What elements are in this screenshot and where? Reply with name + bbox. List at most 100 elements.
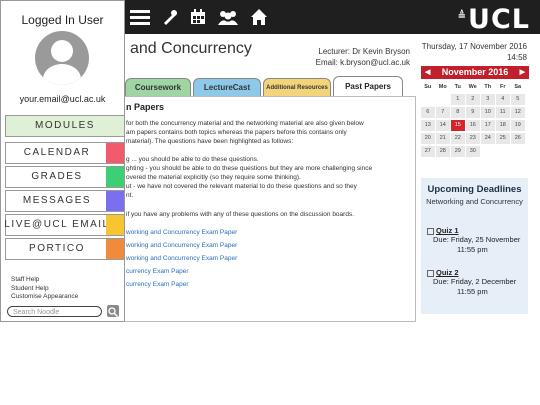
lecturer-email: Email: k.bryson@ucl.ac.uk [315,58,410,67]
calendar-day[interactable]: 1 [451,94,465,105]
content-text: ut - we have not covered the relevant ma… [126,183,357,190]
weekday-label: Fr [500,84,506,90]
menu-label: LIVE@UCL EMAIL [4,219,110,230]
calendar-day[interactable]: 26 [511,133,525,144]
menu-label: MESSAGES [22,195,92,206]
calendar-day[interactable]: 3 [481,94,495,105]
calendar-day[interactable]: 21 [436,133,450,144]
search-icon [108,307,119,318]
calendar-color-tab [106,143,124,163]
calendar-day[interactable]: 14 [436,120,450,131]
ucl-logo[interactable]: ≜UCL [458,4,530,35]
exam-paper-link[interactable]: working and Concurrency Exam Paper [126,242,237,249]
tab-additional-resources[interactable]: Additional Resources [263,78,331,96]
section-heading: n Papers [126,102,165,112]
quiz-name[interactable]: Quiz 2 [436,268,459,277]
calendar-day[interactable]: 4 [496,94,510,105]
calendar-blank [481,146,495,157]
calendar-day[interactable]: 17 [481,120,495,131]
calendar-day[interactable]: 16 [466,120,480,131]
calendar-day[interactable]: 6 [421,107,435,118]
weekday-label: Tu [454,84,461,90]
calendar-day[interactable]: 15 [451,120,465,131]
tab-lecturecast[interactable]: LectureCast [193,78,261,96]
checkbox-icon[interactable] [427,227,434,235]
content-text: material). The questions have been highl… [126,138,294,145]
customise-appearance-link[interactable]: Customise Appearance [11,293,78,302]
calendar-day[interactable]: 28 [436,146,450,157]
weekday-label: Su [424,84,432,90]
exam-paper-link[interactable]: working and Concurrency Exam Paper [126,229,237,236]
calendar-month: November 2016 [441,67,509,77]
weekday-label: Sa [514,84,522,90]
prev-month-icon[interactable]: ◀ [425,66,430,79]
quiz-name[interactable]: Quiz 1 [436,226,459,235]
calendar-day[interactable]: 8 [451,107,465,118]
exam-paper-link[interactable]: currency Exam Paper [126,268,189,275]
calendar-day[interactable]: 25 [496,133,510,144]
tab-coursework[interactable]: Coursework [125,78,191,96]
avatar-body [43,64,81,85]
calendar-day[interactable]: 9 [466,107,480,118]
sidebar-title: Logged In User [21,13,104,27]
search-button[interactable] [107,305,119,318]
calendar-day[interactable]: 12 [511,107,525,118]
menu-item-grades[interactable]: GRADES [5,166,125,188]
calendar-day[interactable]: 22 [451,133,465,144]
calendar-day[interactable]: 2 [466,94,480,105]
menu-item-messages[interactable]: MESSAGES [5,190,125,212]
quiz-due: Due: Friday, 25 November [433,235,521,244]
calendar-day[interactable]: 11 [496,107,510,118]
exam-paper-link[interactable]: working and Concurrency Exam Paper [126,255,237,262]
calendar-day[interactable]: 13 [421,120,435,131]
menu-item-modules[interactable]: MODULES [5,115,125,137]
calendar-day[interactable]: 19 [511,120,525,131]
menu-label: GRADES [31,171,83,182]
checkbox-icon[interactable] [427,269,434,277]
calendar-day[interactable]: 18 [496,120,510,131]
current-date: Thursday, 17 November 2016 [421,42,527,51]
menu-item-portico[interactable]: PORTICO [5,238,125,260]
menu-label: MODULES [35,120,95,131]
content-text: g ... you should be able to do these que… [126,156,259,163]
home-icon[interactable] [250,8,268,26]
calendar-day[interactable]: 27 [421,146,435,157]
current-datetime: Thursday, 17 November 2016 14:58 [415,41,527,63]
calendar-day[interactable]: 24 [481,133,495,144]
content-text: overed the material explicitly (so they … [126,174,301,181]
calendar-icon[interactable] [190,9,206,25]
calendar-blank [421,94,435,105]
search-input[interactable]: Search Noodle [7,306,102,317]
tab-past-papers[interactable]: Past Papers [333,76,403,96]
deadline-item[interactable]: Quiz 1 Due: Friday, 25 November 11:55 pm [427,226,520,255]
current-time: 14:58 [506,53,527,62]
past-papers-panel: n Papers for both the concurrency materi… [120,96,416,322]
tool-icon[interactable] [162,9,178,25]
exam-paper-link[interactable]: currency Exam Paper [126,281,189,288]
menu-item-calendar[interactable]: CALENDAR [5,142,125,164]
calendar-day[interactable]: 30 [466,146,480,157]
next-month-icon[interactable]: ▶ [520,66,525,79]
staff-help-link[interactable]: Staff Help [11,276,78,285]
content-text: am papers contains both topics whereas t… [126,129,347,136]
page-title: and Concurrency [130,40,252,57]
grades-color-tab [106,167,124,187]
calendar-grid: Su Mo Tu We Th Fr Sa 1 2 3 4 5 6 7 8 9 10 11 12 13 14 15 16 17 1… [421,83,529,157]
calendar-day[interactable]: 23 [466,133,480,144]
menu-item-email[interactable]: LIVE@UCL EMAIL [4,214,125,236]
upcoming-deadlines: Upcoming Deadlines Networking and Concur… [421,178,528,314]
calendar-header: ◀ November 2016 ▶ [421,66,529,79]
avatar[interactable] [35,31,89,85]
calendar-day[interactable]: 20 [421,133,435,144]
student-help-link[interactable]: Student Help [11,285,78,294]
deadline-item[interactable]: Quiz 2 Due: Friday, 2 December 11:55 pm [427,268,516,297]
menu-icon[interactable] [130,8,150,26]
weekday-label: Th [484,84,492,90]
people-icon[interactable] [218,9,238,25]
calendar-day[interactable]: 29 [451,146,465,157]
calendar-day[interactable]: 5 [511,94,525,105]
calendar-day[interactable]: 10 [481,107,495,118]
content-text: ghting - you should be able to do these … [126,165,373,172]
nav-icons [130,6,268,28]
calendar-day[interactable]: 7 [436,107,450,118]
